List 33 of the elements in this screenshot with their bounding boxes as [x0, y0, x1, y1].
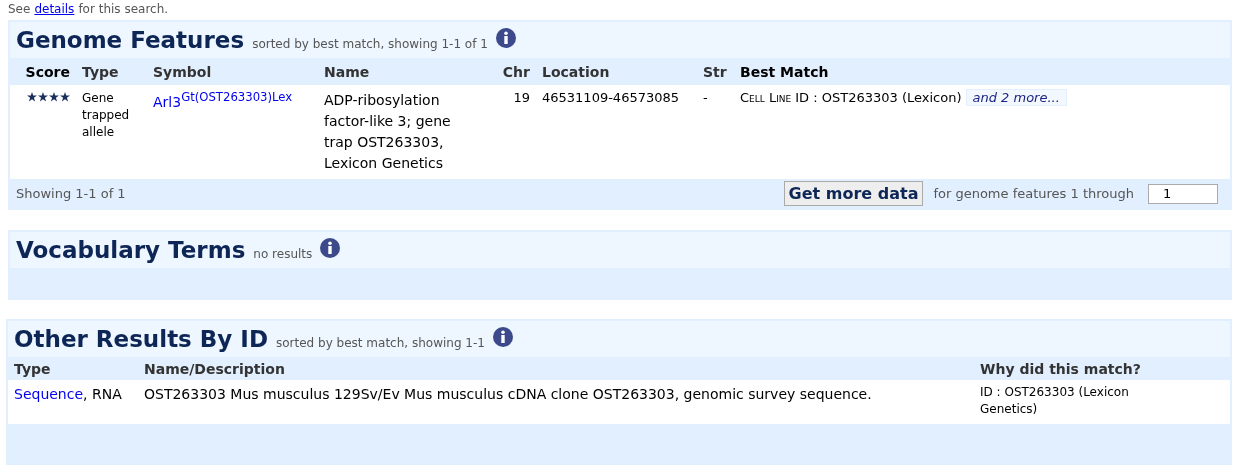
- table-cell: 46531109-46573085: [542, 90, 680, 105]
- match-label: Cell Line: [740, 90, 792, 105]
- section-title: Vocabulary Terms: [16, 237, 246, 263]
- table-cell: ID : OST263303 (Lexicon): [795, 90, 962, 105]
- through-label: for genome features 1 through: [933, 186, 1134, 201]
- section-subtitle: sorted by best match, showing 1-1 of 1: [252, 37, 488, 51]
- get-more-data-button[interactable]: Get more data: [783, 181, 924, 206]
- star-icon: [38, 92, 48, 102]
- intro-text: for this search.: [78, 2, 169, 18]
- intro-text: See: [8, 2, 31, 18]
- section-title: Genome Features: [16, 27, 245, 53]
- table-cell-text: ID : OST263303 (Lexicon Genetics): [980, 384, 1130, 418]
- table-cell: 19: [513, 90, 530, 105]
- sequence-link[interactable]: Sequence: [14, 386, 84, 402]
- through-input[interactable]: 1: [1148, 183, 1218, 204]
- info-icon[interactable]: [495, 28, 516, 48]
- star-icon: [49, 92, 59, 102]
- more-link[interactable]: and 2 more...: [965, 89, 1067, 106]
- symbol-link[interactable]: Arl3$^{Gt(OST263303)Lex}$: [153, 93, 293, 110]
- info-icon[interactable]: [320, 238, 341, 258]
- section-subtitle: sorted by best match, showing 1-1: [276, 336, 485, 350]
- star-icon: [60, 92, 70, 102]
- details-link[interactable]: details: [34, 2, 75, 20]
- info-icon[interactable]: [492, 327, 513, 347]
- table-cell: ADP-ribosylation factor-like 3; gene trap OST263303, Lexicon Genetics: [324, 92, 451, 171]
- table-cell-text: OST263303 Mus musculus 129Sv/Ev Mus musculus cDNA clone OST263303, genomic survey sequence.: [144, 385, 873, 404]
- table-cell: Gene trapped allele: [82, 91, 130, 139]
- star-icon: [27, 92, 37, 102]
- table-cell: -: [703, 90, 708, 105]
- table-cell: , RNA: [83, 386, 122, 402]
- section-subtitle: no results: [253, 247, 313, 261]
- result-count: Showing 1-1 of 1: [16, 186, 127, 201]
- section-title: Other Results By ID: [14, 326, 268, 352]
